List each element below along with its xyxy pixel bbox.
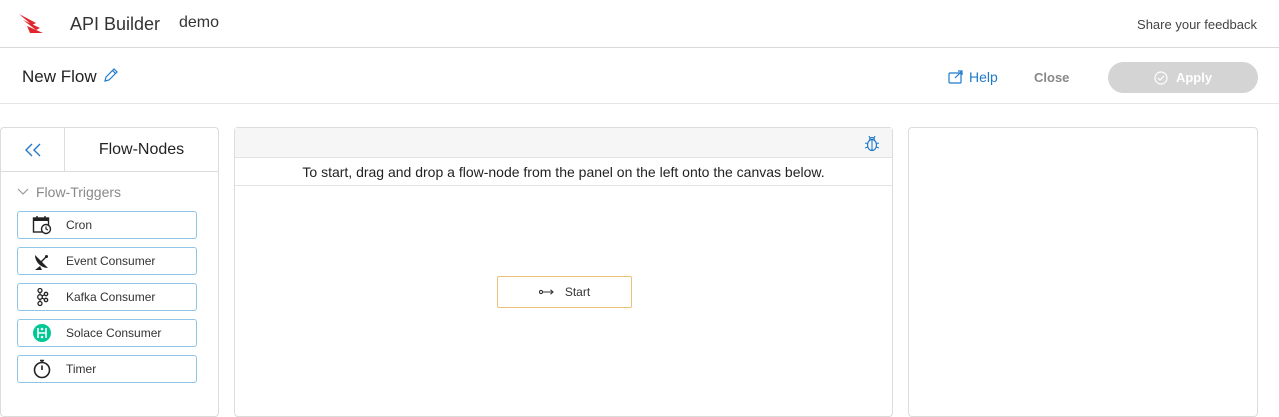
close-button[interactable]: Close (1034, 70, 1069, 85)
node-kafka-consumer[interactable]: Kafka Consumer (17, 283, 197, 311)
flow-header: New Flow Help Close Apply (0, 49, 1279, 104)
node-solace-consumer[interactable]: Solace Consumer (17, 319, 197, 347)
apply-button[interactable]: Apply (1108, 62, 1258, 93)
apply-label: Apply (1175, 70, 1213, 85)
help-link[interactable]: Help (948, 69, 998, 85)
feedback-link[interactable]: Share your feedback (1137, 17, 1257, 32)
section-label: Flow-Triggers (36, 184, 122, 200)
kafka-icon (37, 287, 49, 307)
start-node[interactable]: Start (497, 276, 632, 308)
node-event-consumer[interactable]: Event Consumer (17, 247, 197, 275)
calendar-clock-icon (32, 216, 52, 235)
node-label: Cron (66, 218, 93, 232)
stopwatch-icon (33, 359, 51, 379)
solace-icon (33, 324, 51, 342)
node-timer[interactable]: Timer (17, 355, 197, 383)
flow-nodes-panel: Flow-Nodes Flow-Triggers Cron Event Cons… (0, 127, 219, 417)
node-cron[interactable]: Cron (17, 211, 197, 239)
help-label: Help (969, 69, 998, 85)
node-label: Kafka Consumer (66, 290, 156, 304)
external-link-icon (948, 70, 963, 84)
node-label: Solace Consumer (66, 326, 162, 340)
flow-triggers-list: Cron Event Consumer Kafka Consumer Solac… (1, 211, 218, 383)
start-arrow-icon (538, 289, 554, 295)
canvas-toolbar (235, 128, 892, 158)
flow-nodes-header: Flow-Nodes (1, 128, 218, 172)
pencil-icon[interactable] (103, 67, 119, 83)
project-name: demo (179, 14, 220, 31)
app-title: API Builder (70, 14, 161, 34)
node-label: Timer (66, 362, 97, 376)
top-bar: API Builder demo Share your feedback (0, 0, 1279, 48)
flow-nodes-title: Flow-Nodes (98, 140, 185, 158)
start-node-label: Start (564, 285, 591, 299)
axway-logo-icon[interactable] (18, 11, 44, 35)
flow-name: New Flow (22, 67, 97, 86)
collapse-panel-button[interactable] (1, 128, 65, 172)
flow-triggers-section-toggle[interactable]: Flow-Triggers (17, 184, 218, 200)
node-details-panel (908, 127, 1258, 417)
chevron-down-icon (17, 188, 29, 195)
canvas-instructions: To start, drag and drop a flow-node from… (235, 158, 892, 186)
check-circle-icon (1154, 70, 1168, 85)
flow-canvas-panel: To start, drag and drop a flow-node from… (234, 127, 893, 417)
double-chevron-left-icon (24, 143, 40, 157)
satellite-dish-icon (35, 255, 48, 270)
bug-icon[interactable] (864, 134, 880, 152)
node-label: Event Consumer (66, 254, 156, 268)
